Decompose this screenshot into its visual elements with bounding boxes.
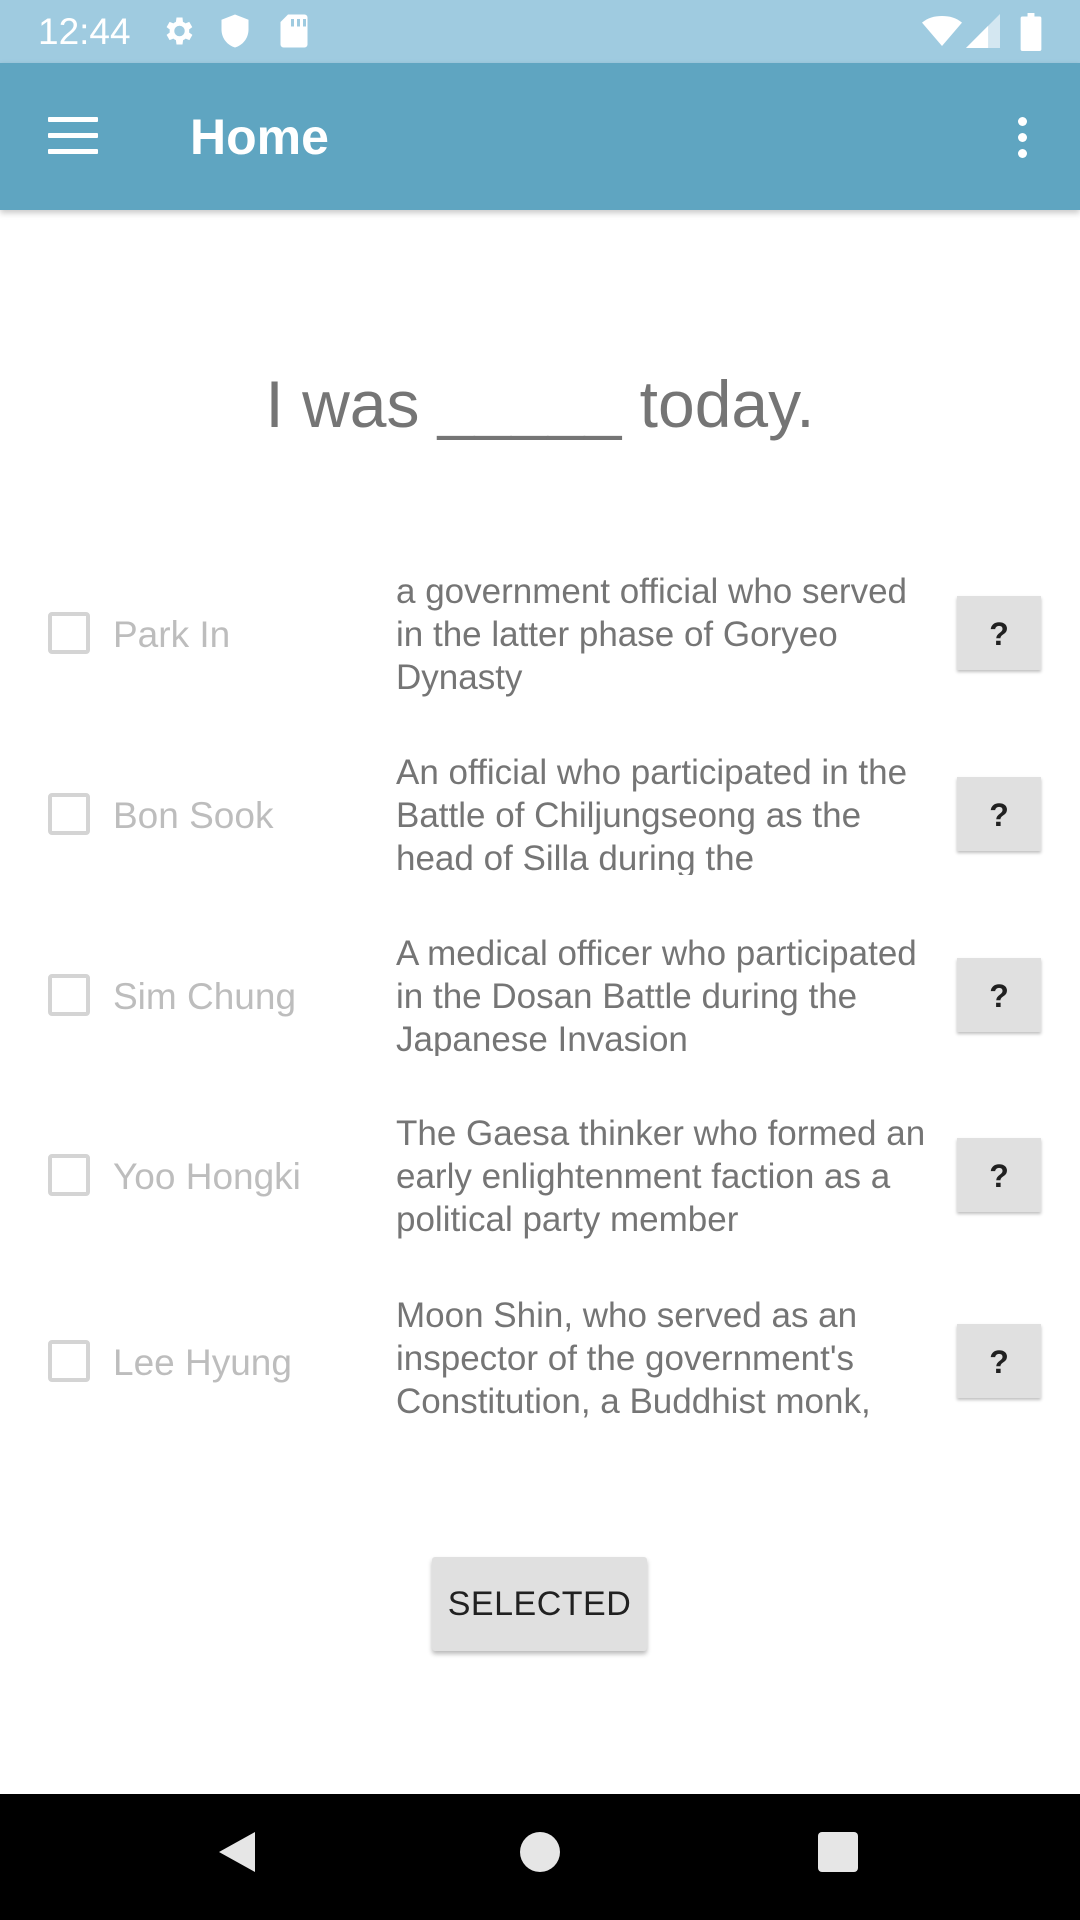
option-description: A medical officer who participated in th… [396, 934, 917, 1056]
help-button[interactable]: ? [957, 1138, 1041, 1212]
help-button[interactable]: ? [957, 958, 1041, 1032]
help-button[interactable]: ? [957, 1324, 1041, 1398]
option-name[interactable]: Park In [113, 613, 230, 657]
option-checkbox[interactable] [48, 793, 90, 835]
status-time: 12:44 [38, 11, 131, 52]
cell-signal-icon [966, 14, 1000, 48]
shield-icon [221, 14, 249, 48]
back-icon[interactable] [215, 1828, 259, 1876]
option-row: Park In a government official who served… [0, 560, 1080, 710]
option-row: Sim Chung A medical officer who particip… [0, 922, 1080, 1072]
menu-icon[interactable] [48, 117, 98, 155]
navigation-bar [0, 1794, 1080, 1920]
option-checkbox[interactable] [48, 612, 90, 654]
page-title: Home [190, 109, 329, 165]
app-bar: Home [0, 63, 1080, 210]
overflow-menu-icon[interactable] [1005, 113, 1039, 161]
option-name[interactable]: Sim Chung [113, 975, 296, 1019]
battery-icon [1020, 13, 1042, 51]
option-checkbox[interactable] [48, 1340, 90, 1382]
option-row: Bon Sook An official who participated in… [0, 741, 1080, 891]
option-row: Lee Hyung Moon Shin, who served as an in… [0, 1288, 1080, 1438]
option-name[interactable]: Lee Hyung [113, 1341, 292, 1385]
sd-card-icon [280, 14, 308, 48]
option-checkbox[interactable] [48, 974, 90, 1016]
option-checkbox[interactable] [48, 1154, 90, 1196]
option-description: Moon Shin, who served as an inspector of… [396, 1296, 871, 1421]
help-button[interactable]: ? [957, 596, 1041, 670]
option-name[interactable]: Yoo Hongki [113, 1155, 301, 1199]
option-description: The Gaesa thinker who formed an early en… [396, 1114, 926, 1239]
selected-button[interactable]: SELECTED [432, 1557, 647, 1651]
option-name[interactable]: Bon Sook [113, 794, 273, 838]
help-button[interactable]: ? [957, 777, 1041, 851]
gear-icon [166, 17, 193, 45]
option-description: a government official who served in the … [396, 572, 908, 697]
home-icon[interactable] [520, 1832, 560, 1872]
recents-icon[interactable] [818, 1832, 858, 1872]
question-text: I was _____ today. [265, 367, 815, 441]
option-row: Yoo Hongki The Gaesa thinker who formed … [0, 1102, 1080, 1252]
wifi-icon [922, 16, 962, 46]
option-description: An official who participated in the Batt… [396, 753, 908, 875]
status-bar: 12:44 [0, 0, 1080, 63]
